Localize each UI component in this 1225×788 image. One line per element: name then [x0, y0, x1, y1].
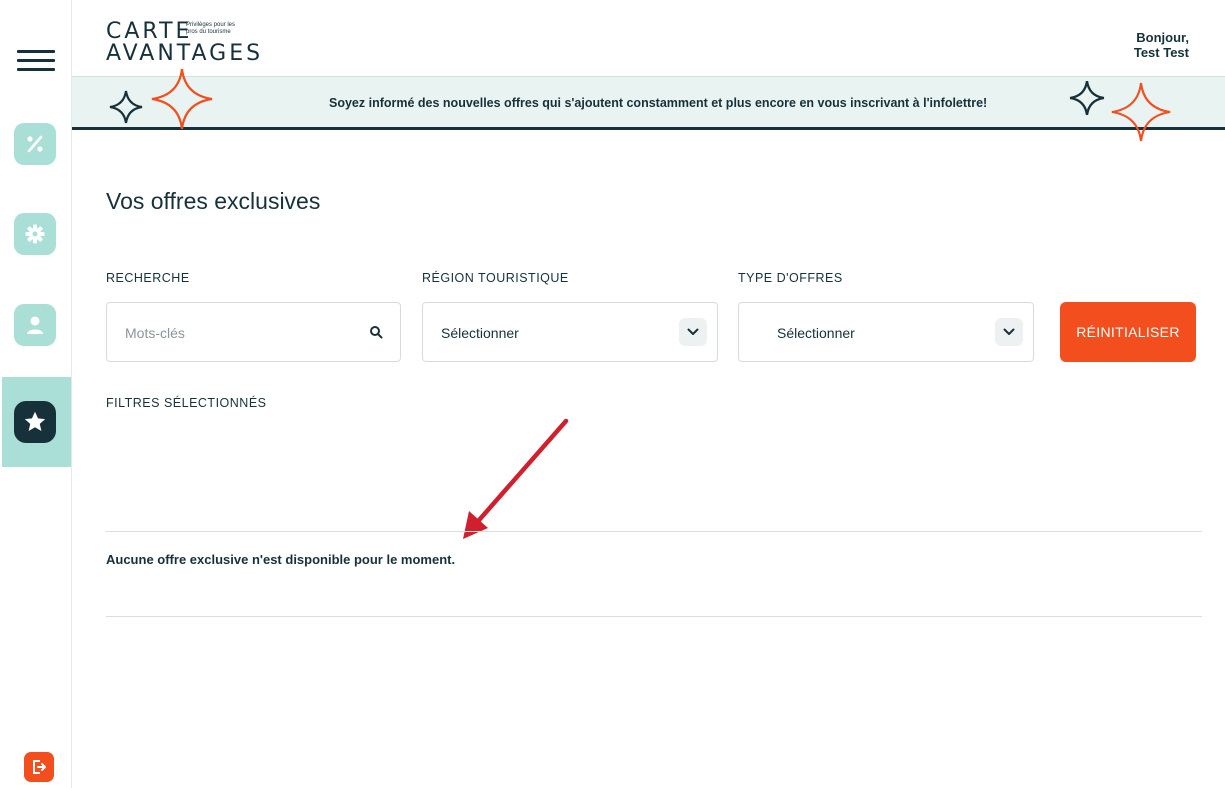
logout-icon [33, 760, 46, 774]
sidebar [0, 0, 72, 788]
user-greeting: Bonjour, Test Test [1134, 30, 1189, 60]
reset-button[interactable]: RÉINITIALISER [1060, 302, 1196, 362]
chevron-down-icon [1003, 328, 1015, 335]
sparkle-right-orange-icon [1111, 82, 1171, 142]
brand-logo[interactable]: CARTE Privilèges pour les pros du touris… [106, 19, 276, 66]
annotation-arrow [463, 418, 569, 539]
percent-icon [27, 135, 43, 153]
empty-results-message: Aucune offre exclusive n'est disponible … [106, 552, 456, 567]
selected-filters-label: FILTRES SÉLECTIONNÉS [106, 396, 267, 410]
results-divider-bottom [106, 616, 1202, 617]
search-placeholder: Mots-clés [125, 325, 185, 341]
newsletter-banner[interactable]: Soyez informé des nouvelles offres qui s… [72, 68, 1225, 142]
page-title: Vos offres exclusives [106, 188, 321, 214]
gear-icon [25, 224, 45, 244]
offer-type-label: TYPE D'OFFRES [738, 271, 843, 285]
logo-line-2: AVANTAGES [106, 41, 264, 66]
offer-type-select[interactable]: Sélectionner [738, 302, 1034, 362]
search-label: RECHERCHE [106, 271, 190, 285]
region-select-value: Sélectionner [441, 325, 519, 341]
offer-type-select-value: Sélectionner [777, 325, 855, 341]
sparkle-left-orange-icon [151, 68, 213, 130]
user-name: Test Test [1133, 45, 1189, 60]
search-icon [370, 326, 383, 339]
greeting-text: Bonjour, [1136, 30, 1189, 45]
hamburger-menu-icon[interactable] [17, 50, 55, 72]
star-icon [24, 411, 46, 431]
sparkle-right-dark-icon [1069, 80, 1105, 116]
results-divider-top [106, 531, 1202, 532]
user-icon [27, 316, 43, 334]
sidebar-item-exclusive-offers[interactable] [14, 401, 56, 443]
chevron-down-icon [687, 328, 699, 335]
region-dropdown-toggle[interactable] [679, 318, 707, 346]
search-input[interactable]: Mots-clés [106, 302, 401, 362]
logo-tagline: Privilèges pour les pros du tourisme [186, 22, 236, 35]
region-select[interactable]: Sélectionner [422, 302, 718, 362]
sidebar-item-settings[interactable] [14, 213, 56, 255]
banner-text: Soyez informé des nouvelles offres qui s… [329, 96, 988, 110]
sparkle-left-dark-icon [109, 90, 143, 124]
sidebar-item-profile[interactable] [14, 304, 56, 346]
region-label: RÉGION TOURISTIQUE [422, 271, 569, 285]
search-button[interactable] [362, 318, 390, 346]
sidebar-item-offers[interactable] [14, 123, 56, 165]
logout-button[interactable] [24, 752, 54, 782]
offer-type-dropdown-toggle[interactable] [995, 318, 1023, 346]
